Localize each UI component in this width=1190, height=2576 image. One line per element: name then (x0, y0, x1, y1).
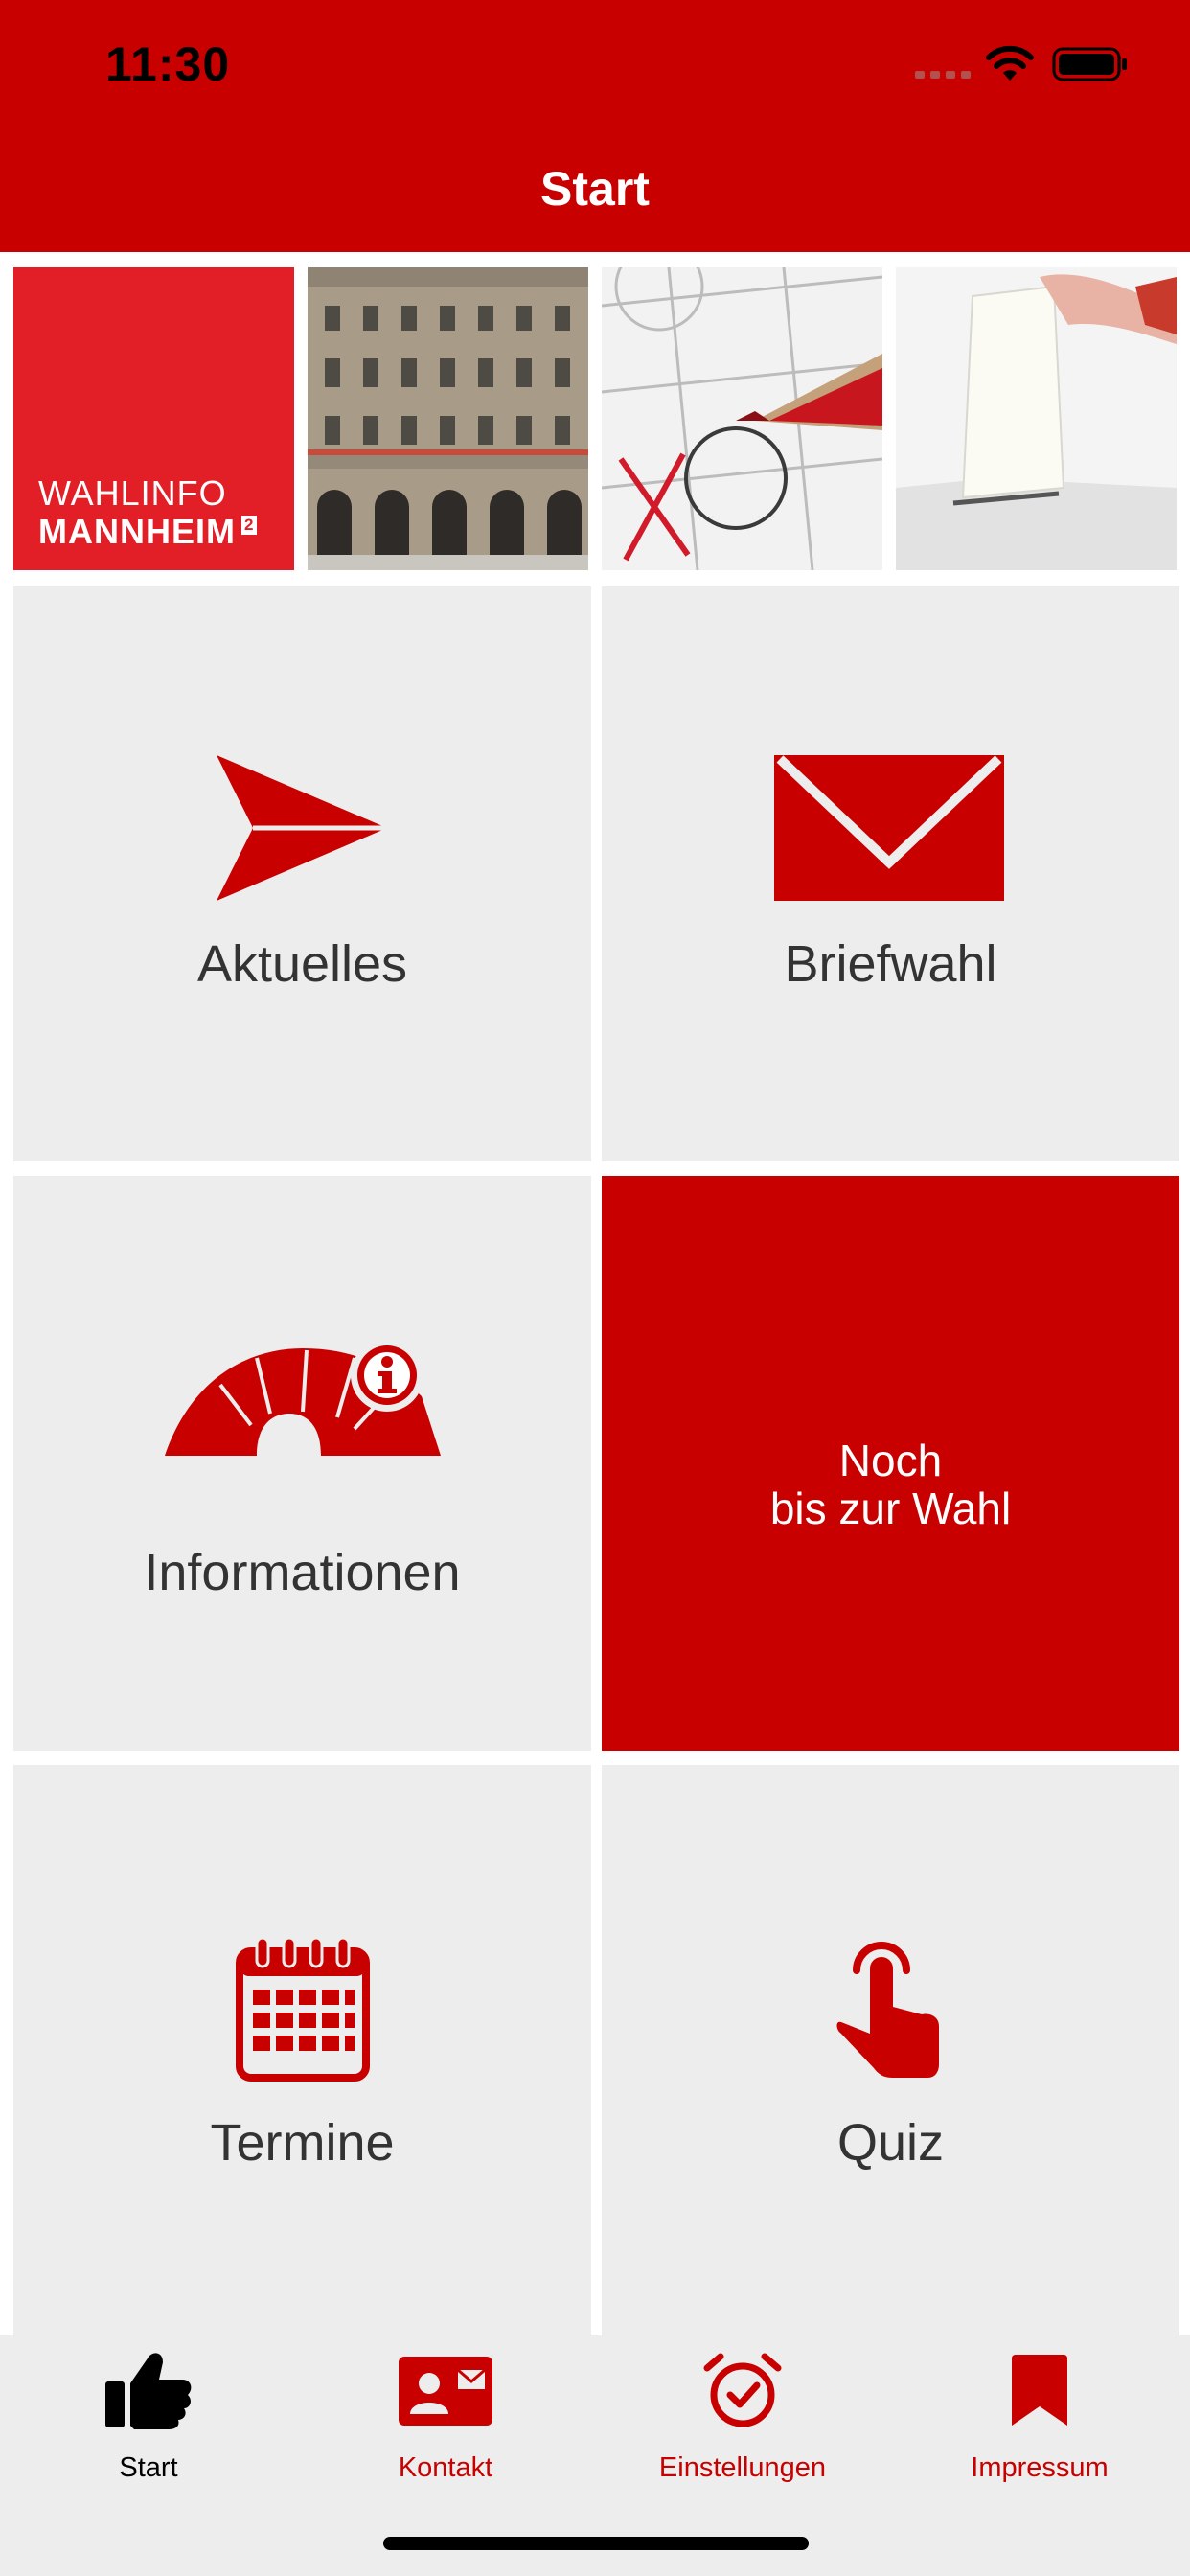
tile-label-informationen: Informationen (144, 1544, 461, 1601)
envelope-icon (774, 755, 1004, 901)
tab-start[interactable]: Start (0, 2335, 297, 2498)
ballot-box-photo (896, 267, 1177, 570)
city-hall-photo (308, 267, 588, 570)
tile-label-briefwahl: Briefwahl (784, 935, 997, 993)
logo-text-line2: MANNHEIM 2 (38, 512, 258, 552)
tab-label-kontakt: Kontakt (398, 2452, 493, 2483)
tab-impressum[interactable]: Impressum (891, 2335, 1188, 2498)
countdown-line1: Noch (838, 1436, 943, 1485)
tap-finger-icon (836, 1942, 939, 2078)
tile-label-aktuelles: Aktuelles (196, 935, 408, 993)
tile-quiz[interactable]: Quiz (602, 1765, 1179, 2340)
send-icon (217, 755, 387, 901)
ballot-pencil-photo (602, 267, 882, 570)
tile-informationen[interactable]: Informationen (13, 1176, 591, 1751)
page-title: Start (540, 162, 650, 216)
header-banner: WAHLINFO MANNHEIM 2 (0, 267, 1190, 570)
countdown-text: Noch bis zur Wahl (602, 1437, 1179, 1532)
tile-label-quiz: Quiz (836, 2114, 945, 2172)
alarm-clock-icon (703, 2353, 782, 2427)
tile-countdown[interactable]: Noch bis zur Wahl (602, 1176, 1179, 1751)
tile-aktuelles[interactable]: Aktuelles (13, 586, 591, 1162)
status-time: 11:30 (105, 37, 231, 91)
battery-icon (1052, 47, 1127, 81)
wahlinfo-logo: WAHLINFO MANNHEIM 2 (13, 267, 294, 570)
countdown-line2: bis zur Wahl (769, 1484, 1012, 1533)
navigation-header: 11:30 Start (0, 0, 1190, 252)
tab-label-impressum: Impressum (971, 2452, 1109, 2483)
home-indicator[interactable] (383, 2537, 809, 2550)
info-building-icon (165, 1339, 441, 1456)
tab-kontakt[interactable]: Kontakt (297, 2335, 594, 2498)
cellular-signal-icon (915, 71, 971, 79)
logo-text-line1: WAHLINFO (38, 473, 227, 513)
calendar-icon (236, 1936, 370, 2082)
tab-label-einstellungen: Einstellungen (658, 2452, 827, 2483)
bookmark-icon (1012, 2355, 1067, 2426)
wifi-icon (986, 45, 1034, 80)
thumbs-up-icon (105, 2353, 192, 2429)
tile-label-termine: Termine (210, 2114, 395, 2172)
logo-superscript: 2 (240, 516, 258, 535)
tab-label-start: Start (119, 2452, 178, 2483)
tab-einstellungen[interactable]: Einstellungen (594, 2335, 891, 2498)
tile-briefwahl[interactable]: Briefwahl (602, 586, 1179, 1162)
tile-termine[interactable]: Termine (13, 1765, 591, 2340)
contact-card-icon (399, 2357, 492, 2426)
